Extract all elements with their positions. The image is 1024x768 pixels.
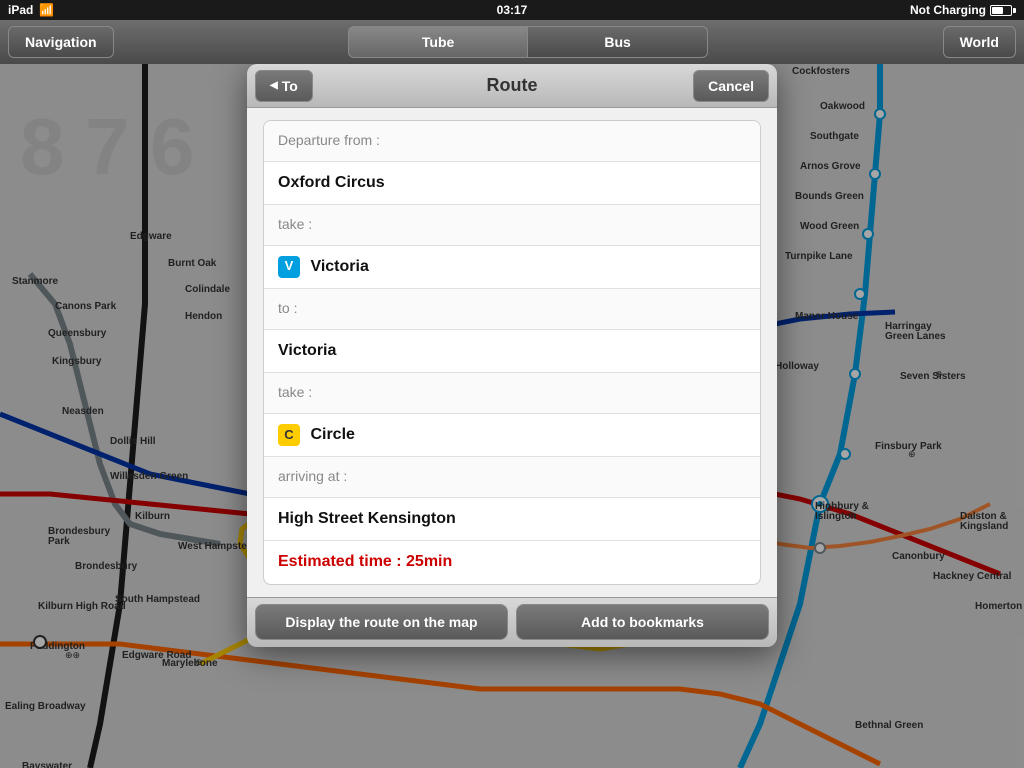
arriving-value-row: High Street Kensington — [264, 498, 760, 541]
add-bookmark-button[interactable]: Add to bookmarks — [516, 604, 769, 640]
world-button[interactable]: World — [943, 26, 1016, 58]
arriving-value: High Street Kensington — [278, 510, 456, 527]
arriving-label-row: arriving at : — [264, 457, 760, 498]
navigation-button[interactable]: Navigation — [8, 26, 114, 58]
estimated-row: Estimated time : 25min — [264, 541, 760, 583]
route-table: Departure from : Oxford Circus take : V … — [263, 120, 761, 585]
tube-button[interactable]: Tube — [348, 26, 528, 58]
to1-value-row: Victoria — [264, 330, 760, 373]
charging-label: Not Charging — [910, 3, 986, 17]
modal-title: Route — [487, 75, 538, 96]
departure-value: Oxford Circus — [278, 174, 385, 191]
departure-value-row: Oxford Circus — [264, 162, 760, 205]
to1-label: to : — [278, 300, 297, 316]
to1-value: Victoria — [278, 342, 336, 359]
status-bar: iPad 📶 03:17 Not Charging — [0, 0, 1024, 20]
modal-body: Departure from : Oxford Circus take : V … — [247, 108, 777, 597]
to-button[interactable]: To — [255, 70, 313, 102]
clock: 03:17 — [497, 3, 528, 17]
departure-label-row: Departure from : — [264, 121, 760, 162]
modal-header: To Route Cancel — [247, 64, 777, 108]
take2-line-value: Circle — [310, 426, 354, 443]
take2-label: take : — [278, 384, 312, 400]
estimated-label: Estimated time : 25min — [278, 553, 452, 570]
bus-button[interactable]: Bus — [528, 26, 708, 58]
take1-label-row: take : — [264, 205, 760, 246]
battery-icon — [990, 5, 1016, 16]
cancel-button[interactable]: Cancel — [693, 70, 769, 102]
display-route-button[interactable]: Display the route on the map — [255, 604, 508, 640]
departure-label: Departure from : — [278, 132, 380, 148]
route-modal: To Route Cancel Departure from : Oxford … — [247, 64, 777, 647]
take1-value-row: V Victoria — [264, 246, 760, 290]
take1-label: take : — [278, 216, 312, 232]
take2-label-row: take : — [264, 373, 760, 414]
arriving-label: arriving at : — [278, 468, 347, 484]
modal-footer: Display the route on the map Add to book… — [247, 597, 777, 647]
take1-line-value: Victoria — [310, 258, 368, 275]
circle-badge: C — [278, 424, 300, 446]
victoria-badge: V — [278, 256, 300, 278]
device-label: iPad — [8, 3, 33, 17]
take2-value-row: C Circle — [264, 414, 760, 458]
toolbar: Navigation Tube Bus World — [0, 20, 1024, 64]
wifi-icon: 📶 — [39, 3, 54, 17]
to1-label-row: to : — [264, 289, 760, 330]
